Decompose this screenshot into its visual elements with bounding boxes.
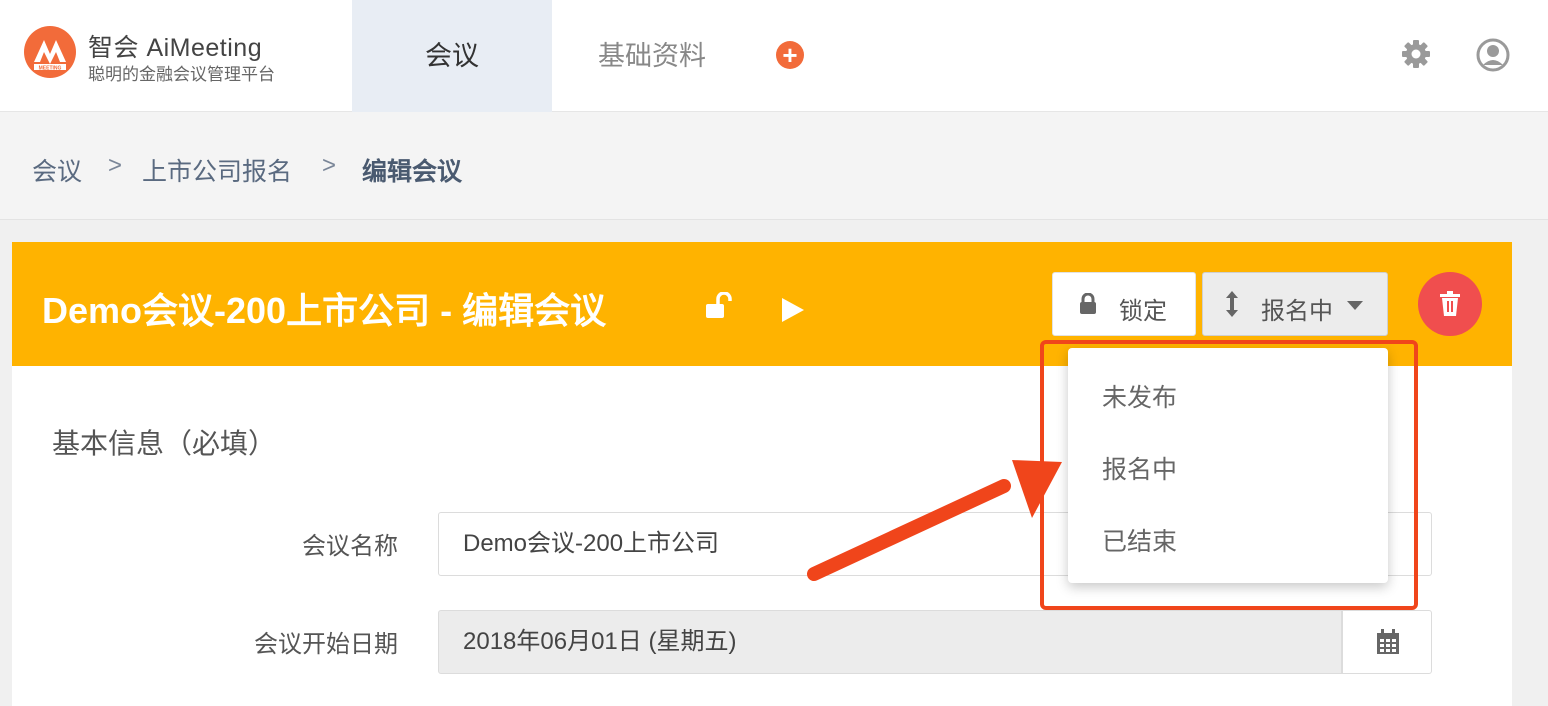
- brand-name: 智会 AiMeeting: [88, 34, 263, 62]
- section-title-basic-info: 基本信息（必填）: [52, 428, 277, 459]
- plus-circle-icon[interactable]: +: [776, 41, 804, 69]
- lock-button-label: 锁定: [1119, 298, 1167, 325]
- meeting-name-label: 会议名称: [302, 533, 398, 560]
- gear-icon[interactable]: [1400, 38, 1432, 70]
- tab-basic-data[interactable]: 基础资料: [560, 0, 744, 112]
- top-navbar: MEETING 智会 AiMeeting 聪明的金融会议管理平台 会议 基础资料…: [0, 0, 1548, 112]
- vertical-resize-icon: [1226, 291, 1238, 317]
- annotation-arrow-icon: [807, 460, 1062, 581]
- aimeeting-logo[interactable]: MEETING: [24, 26, 76, 78]
- breadcrumb-current: 编辑会议: [362, 158, 463, 186]
- meeting-start-date-input[interactable]: 2018年06月01日 (星期五): [438, 610, 1342, 674]
- calendar-icon: [1377, 629, 1399, 654]
- breadcrumb-separator: >: [322, 152, 337, 179]
- breadcrumb-listed-company-registration[interactable]: 上市公司报名: [142, 152, 292, 188]
- breadcrumb-meeting[interactable]: 会议: [32, 152, 82, 188]
- brand-slogan: 聪明的金融会议管理平台: [88, 65, 275, 84]
- tab-meeting[interactable]: 会议: [352, 0, 552, 112]
- breadcrumb-separator: >: [108, 152, 123, 179]
- user-avatar-icon[interactable]: [1476, 38, 1510, 72]
- play-icon[interactable]: [780, 296, 806, 324]
- lock-button[interactable]: 锁定: [1052, 272, 1196, 336]
- status-dropdown-button[interactable]: 报名中: [1202, 272, 1388, 336]
- logo-text: MEETING: [39, 66, 62, 72]
- unlock-icon[interactable]: [704, 292, 734, 320]
- meeting-start-date-label: 会议开始日期: [254, 631, 398, 658]
- breadcrumb: 会议 > 上市公司报名 > 编辑会议: [0, 112, 1548, 220]
- caret-down-icon: [1347, 301, 1363, 310]
- calendar-button[interactable]: [1342, 610, 1432, 674]
- annotation-highlight-box: [1040, 340, 1418, 610]
- status-button-label: 报名中: [1261, 298, 1333, 325]
- trash-icon: [1440, 291, 1460, 316]
- page-title: Demo会议-200上市公司 - 编辑会议: [42, 290, 607, 331]
- lock-icon: [1080, 293, 1096, 314]
- delete-button[interactable]: [1418, 272, 1482, 336]
